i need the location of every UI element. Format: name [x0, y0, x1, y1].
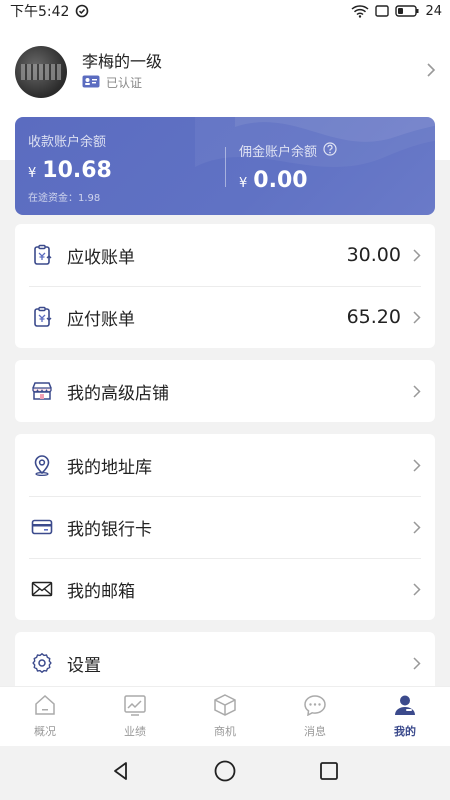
- tab-performance[interactable]: 业绩: [90, 687, 180, 746]
- receive-amount: 10.68: [42, 158, 112, 183]
- tab-mine-label: 我的: [394, 725, 416, 738]
- address-book-label: 我的地址库: [67, 457, 152, 478]
- tab-messages[interactable]: 消息: [270, 687, 360, 746]
- in-transit-funds: 在途资金：1.98: [28, 193, 101, 204]
- chevron-right-icon: [413, 520, 421, 534]
- chevron-right-icon: [413, 384, 421, 398]
- receivable-bill-label: 应收账单: [67, 247, 135, 268]
- balance-card[interactable]: 收款账户余额 ¥ 10.68 在途资金：1.98 佣金账户余额 ¥ 0.00: [15, 117, 435, 215]
- recents-icon[interactable]: [318, 760, 340, 786]
- wifi-icon: [351, 4, 369, 18]
- payable-bill-label: 应付账单: [67, 309, 135, 330]
- receivable-bill-icon: [31, 244, 53, 266]
- bank-card-icon: [31, 516, 53, 538]
- verify-status: 已认证: [82, 74, 142, 91]
- settings-row[interactable]: 设置: [15, 632, 435, 686]
- tab-performance-label: 业绩: [124, 725, 146, 738]
- profile-name: 李梅的一级: [82, 52, 163, 71]
- message-icon: [303, 694, 327, 719]
- bills-group: 应收账单 30.00 应付账单 65.20: [15, 224, 435, 348]
- status-bar: 下午5:42 24: [0, 0, 450, 22]
- home-circle-icon[interactable]: [213, 759, 237, 787]
- commission-balance-title: 佣金账户余额: [239, 145, 318, 160]
- receive-balance[interactable]: 收款账户余额 ¥ 10.68 在途资金：1.98: [28, 131, 112, 204]
- mailbox-label: 我的邮箱: [67, 581, 135, 602]
- payable-bill-value: 65.20: [346, 306, 401, 328]
- chart-icon: [123, 694, 147, 719]
- avatar[interactable]: [15, 46, 67, 98]
- verify-label: 已认证: [106, 76, 143, 90]
- battery-icon: [395, 5, 419, 17]
- tab-messages-label: 消息: [304, 725, 326, 738]
- chevron-right-icon: [426, 62, 436, 81]
- store-label: 我的高级店铺: [67, 383, 169, 404]
- receive-balance-title: 收款账户余额: [28, 135, 107, 150]
- receive-currency: ¥: [28, 166, 37, 181]
- chevron-right-icon: [413, 310, 421, 324]
- back-icon[interactable]: [110, 760, 132, 786]
- settings-label: 设置: [67, 655, 101, 676]
- sim-icon: [375, 5, 390, 17]
- receivable-bill-row[interactable]: 应收账单 30.00: [15, 224, 435, 286]
- box-icon: [213, 694, 237, 719]
- mailbox-row[interactable]: 我的邮箱: [15, 558, 435, 620]
- bank-card-row[interactable]: 我的银行卡: [15, 496, 435, 558]
- check-circle-icon: [75, 4, 89, 18]
- tab-opportunity-label: 商机: [214, 725, 236, 738]
- store-icon: [31, 380, 53, 402]
- store-row[interactable]: 我的高级店铺: [15, 360, 435, 422]
- status-time: 下午5:42: [10, 4, 70, 20]
- battery-level: 24: [425, 3, 442, 19]
- id-card-icon: [82, 75, 100, 91]
- gear-icon: [31, 652, 53, 674]
- account-menu-group: 我的地址库 我的银行卡 我的邮箱: [15, 434, 435, 620]
- commission-amount: 0.00: [253, 168, 308, 193]
- commission-balance[interactable]: 佣金账户余额 ¥ 0.00: [239, 141, 337, 193]
- location-pin-icon: [31, 454, 53, 476]
- help-icon[interactable]: [323, 141, 337, 160]
- home-icon: [33, 694, 57, 719]
- tab-overview-label: 概况: [34, 725, 56, 738]
- balance-divider: [225, 147, 226, 187]
- bank-card-label: 我的银行卡: [67, 519, 152, 540]
- settings-group: 设置: [15, 632, 435, 686]
- system-nav-bar: [0, 746, 450, 800]
- payable-bill-icon: [31, 306, 53, 328]
- receivable-bill-value: 30.00: [346, 244, 401, 266]
- bottom-tab-bar: 概况 业绩 商机 消息 我的: [0, 686, 450, 746]
- tab-opportunity[interactable]: 商机: [180, 687, 270, 746]
- user-icon: [393, 694, 417, 719]
- commission-currency: ¥: [239, 176, 248, 191]
- chevron-right-icon: [413, 582, 421, 596]
- chevron-right-icon: [413, 656, 421, 670]
- payable-bill-row[interactable]: 应付账单 65.20: [15, 286, 435, 348]
- store-group: 我的高级店铺: [15, 360, 435, 422]
- mail-icon: [31, 578, 53, 600]
- chevron-right-icon: [413, 458, 421, 472]
- tab-mine[interactable]: 我的: [360, 687, 450, 746]
- address-book-row[interactable]: 我的地址库: [15, 434, 435, 496]
- tab-overview[interactable]: 概况: [0, 687, 90, 746]
- chevron-right-icon: [413, 248, 421, 262]
